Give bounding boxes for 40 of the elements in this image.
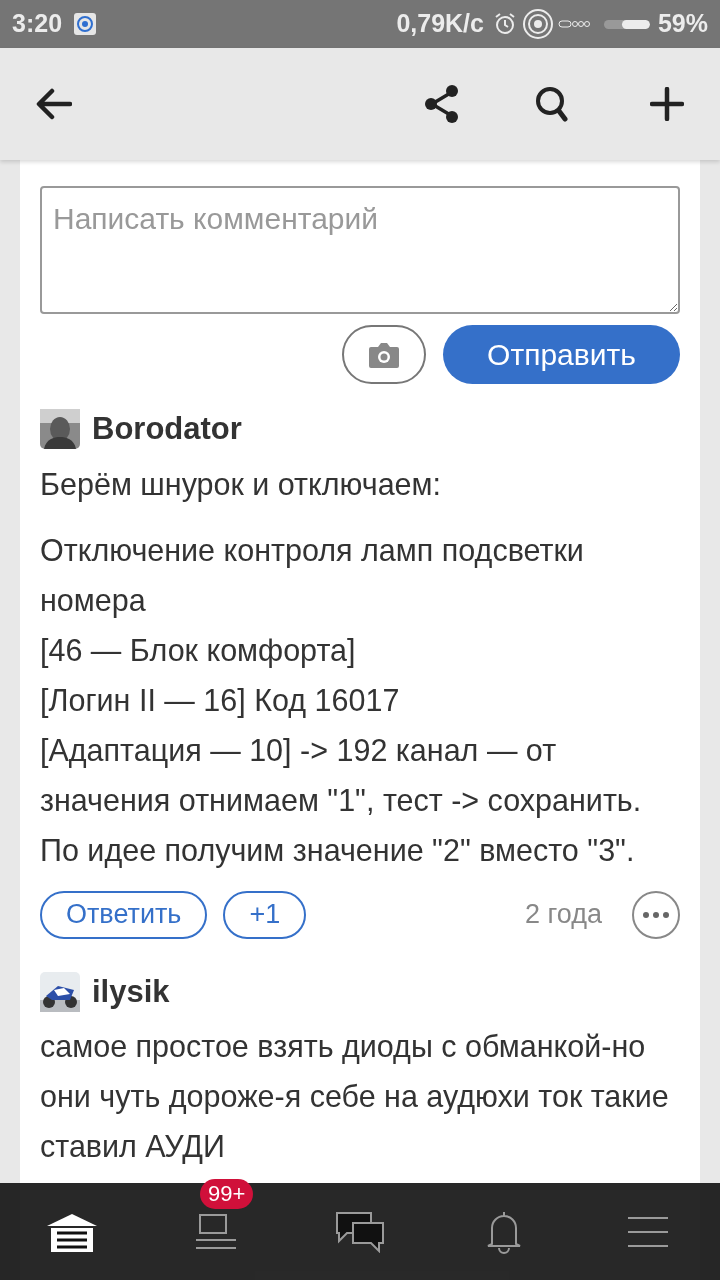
status-time: 3:20 [12,8,63,40]
comment-text: [46 — Блок комфорта] [40,631,357,670]
plus-icon [650,87,684,121]
battery-percent: 59% [657,8,708,40]
comment-text: самое простое взять диоды с обманкой-но они чуть дороже-я себе на аудюхи ток такие ставил АУДИ [40,1028,670,1166]
chat-bubbles-icon [335,1210,385,1253]
camera-icon [368,340,400,369]
comment-age: 2 года [525,898,602,932]
hotspot-icon [521,8,554,40]
garage-icon [45,1211,99,1252]
menu-icon [628,1215,668,1248]
plus-one-button[interactable]: +1 [223,890,307,939]
signal-icon [557,20,590,28]
comment-author[interactable]: ilysik [92,968,170,1015]
comment-text: [Логин II — 16] Код 16017 [40,681,401,720]
comment-text: По идее получим значение "2" вместо "3". [40,831,636,870]
app-notification-icon [74,13,97,35]
search-icon [534,85,570,123]
notification-badge: 99+ [200,1178,254,1209]
comment-author[interactable]: Borodator [92,406,242,453]
more-button[interactable] [632,890,680,939]
battery-icon [603,19,650,29]
comment-text: Отключение контроля ламп подсветки номера [40,531,585,620]
comment-text: Берём шнурок и отключаем: [40,465,443,504]
add-button[interactable] [650,87,684,121]
comment-text: [Адаптация — 10] -> 192 канал — от значения отнимаем "1", тест -> сохранить. [40,731,643,820]
feed-icon [196,1211,236,1252]
photo-button[interactable] [342,325,426,384]
share-icon [424,85,460,123]
alarm-icon [493,12,516,36]
share-button[interactable] [424,85,460,123]
back-button[interactable] [36,88,72,120]
comment-input[interactable]: Написать комментарий [40,186,680,314]
network-speed: 0,79K/c [396,8,484,40]
reply-button[interactable]: Ответить [40,890,208,939]
back-arrow-icon [36,88,72,120]
search-button[interactable] [534,85,570,123]
bell-icon [486,1209,522,1254]
more-icon [643,911,669,918]
submit-button[interactable]: Отправить [443,325,680,384]
